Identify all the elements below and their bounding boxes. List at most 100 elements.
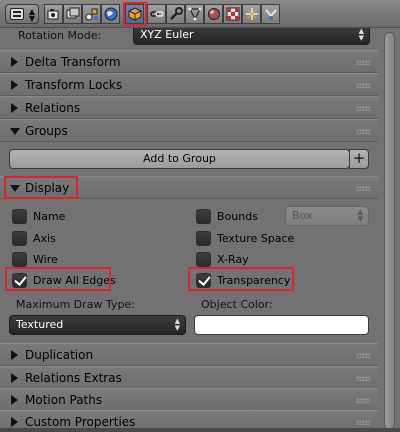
x-ray-label: X-Ray	[217, 253, 249, 266]
tab-texture[interactable]	[223, 4, 242, 24]
x-ray-checkbox-row[interactable]: X-Ray	[196, 251, 346, 269]
highlight-object-tab	[123, 2, 147, 26]
name-checkbox[interactable]	[12, 209, 27, 224]
drag-grip-icon[interactable]	[356, 60, 370, 65]
tab-particles[interactable]	[242, 4, 261, 24]
panel-title: Groups	[25, 124, 68, 138]
drag-grip-icon[interactable]	[356, 106, 370, 111]
panel-relations-extras[interactable]: Relations Extras	[0, 366, 378, 389]
dropdown-arrows-icon: ▲ ▼	[357, 208, 363, 223]
tab-render-layers[interactable]	[63, 4, 82, 24]
plus-icon[interactable]: +	[349, 149, 369, 169]
wire-checkbox[interactable]	[12, 252, 27, 267]
add-to-group-button[interactable]: Add to Group	[9, 149, 350, 169]
collapsed-triangle-icon	[11, 373, 18, 383]
panel-relations[interactable]: Relations	[0, 96, 378, 119]
panel-title: Transform Locks	[25, 78, 123, 92]
particles-icon	[246, 8, 258, 20]
drag-grip-icon[interactable]	[356, 129, 370, 134]
vertex-triangle-icon	[188, 7, 202, 21]
drag-grip-icon[interactable]	[356, 420, 370, 425]
drag-grip-icon[interactable]	[356, 353, 370, 358]
collapsed-triangle-icon	[11, 417, 18, 427]
bounds-label: Bounds	[217, 210, 258, 223]
rotation-mode-label: Rotation Mode:	[18, 29, 102, 42]
properties-content: Rotation Mode: XYZ Euler ▲ ▼ Delta Transf…	[0, 28, 378, 432]
draw-all-edges-checkbox-row[interactable]: Draw All Edges	[12, 272, 162, 290]
expanded-triangle-icon	[10, 128, 20, 135]
bottom-edge	[0, 428, 400, 432]
panel-title: Motion Paths	[25, 393, 103, 407]
draw-all-edges-label: Draw All Edges	[33, 274, 116, 287]
max-draw-type-dropdown[interactable]: Textured ▲ ▼	[9, 315, 186, 335]
draw-all-edges-checkbox[interactable]	[12, 273, 27, 288]
bounds-type-value: Box	[292, 209, 313, 222]
collapsed-triangle-icon	[11, 350, 18, 360]
panel-delta-transform[interactable]: Delta Transform	[0, 50, 378, 73]
panel-transform-locks[interactable]: Transform Locks	[0, 73, 378, 96]
dropdown-arrows-icon: ▲ ▼	[358, 28, 364, 42]
up-down-arrows-icon: ▲ ▼	[28, 7, 35, 23]
name-label: Name	[33, 210, 66, 223]
layers-icon	[66, 7, 80, 19]
properties-header: ▲ ▼	[0, 0, 400, 28]
wrench-icon	[170, 7, 183, 20]
checker-icon	[226, 7, 240, 21]
panel-motion-paths[interactable]: Motion Paths	[0, 388, 378, 411]
dropdown-arrows-icon: ▲ ▼	[174, 317, 180, 332]
editor-type-selector[interactable]: ▲ ▼	[5, 4, 39, 24]
scene-icon	[85, 8, 98, 21]
texture-space-label: Texture Space	[217, 232, 295, 245]
wire-checkbox-row[interactable]: Wire	[12, 251, 162, 269]
drag-grip-icon[interactable]	[356, 83, 370, 88]
panel-title: Custom Properties	[25, 415, 136, 429]
tab-data[interactable]	[185, 4, 204, 24]
axis-checkbox-row[interactable]: Axis	[12, 230, 162, 248]
tab-constraints[interactable]	[147, 4, 166, 24]
chain-link-icon	[150, 11, 164, 17]
panel-duplication[interactable]: Duplication	[0, 343, 378, 366]
panel-display[interactable]: Display	[0, 176, 378, 199]
tab-modifiers[interactable]	[166, 4, 185, 24]
tab-world[interactable]	[101, 4, 120, 24]
texture-space-checkbox-row[interactable]: Texture Space	[196, 230, 346, 248]
bounds-checkbox-row[interactable]: Bounds	[196, 208, 286, 226]
x-ray-checkbox[interactable]	[196, 252, 211, 267]
transparency-checkbox-row[interactable]: Transparency	[196, 272, 346, 290]
bounds-type-dropdown[interactable]: Box ▲ ▼	[285, 206, 369, 226]
bounds-checkbox[interactable]	[196, 209, 211, 224]
world-icon	[104, 7, 118, 21]
rotation-mode-dropdown[interactable]: XYZ Euler ▲ ▼	[133, 28, 370, 45]
collapsed-triangle-icon	[11, 395, 18, 405]
drag-grip-icon[interactable]	[356, 376, 370, 381]
panel-title: Delta Transform	[25, 55, 121, 69]
expanded-triangle-icon	[10, 185, 20, 192]
tab-physics[interactable]	[261, 4, 280, 24]
scrollbar-thumb[interactable]	[384, 32, 395, 430]
collapsed-triangle-icon	[11, 80, 18, 90]
object-color-label: Object Color:	[201, 298, 273, 311]
drag-grip-icon[interactable]	[356, 398, 370, 403]
texture-space-checkbox[interactable]	[196, 231, 211, 246]
name-checkbox-row[interactable]: Name	[12, 208, 162, 226]
camera-icon	[47, 9, 59, 20]
tab-scene[interactable]	[82, 4, 101, 24]
tab-material[interactable]	[204, 4, 223, 24]
tab-render[interactable]	[44, 4, 63, 24]
properties-editor-icon	[10, 8, 24, 20]
panel-title: Duplication	[25, 348, 94, 362]
scrollbar-track[interactable]	[378, 28, 400, 432]
transparency-label: Transparency	[217, 274, 291, 287]
sphere-icon	[208, 8, 220, 20]
transparency-checkbox[interactable]	[196, 273, 211, 288]
axis-checkbox[interactable]	[12, 231, 27, 246]
panel-title: Relations	[25, 101, 81, 115]
drag-grip-icon[interactable]	[356, 186, 370, 191]
collapsed-triangle-icon	[11, 57, 18, 67]
panel-title: Relations Extras	[25, 371, 122, 385]
collapsed-triangle-icon	[11, 103, 18, 113]
object-color-swatch[interactable]	[194, 315, 369, 335]
max-draw-type-label: Maximum Draw Type:	[16, 298, 135, 311]
panel-groups[interactable]: Groups	[0, 119, 378, 142]
wire-label: Wire	[33, 253, 58, 266]
